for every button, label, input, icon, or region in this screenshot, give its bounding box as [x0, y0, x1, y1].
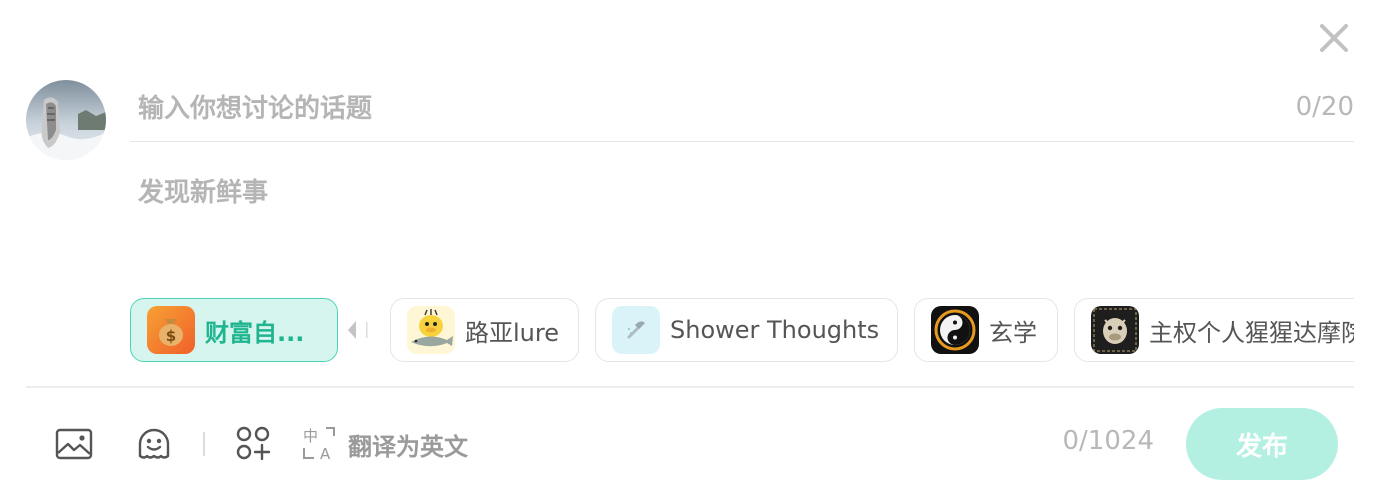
emoji-icon — [138, 428, 170, 459]
circle-chip-lure[interactable]: 路亚lure — [390, 298, 579, 362]
topic-input[interactable] — [130, 76, 1354, 142]
circle-chip-ape-academy[interactable]: 主权个人猩猩达摩院 — [1074, 298, 1354, 362]
add-emoji-button[interactable] — [132, 422, 176, 466]
circle-chip-wealth[interactable]: $ 财富自... — [130, 298, 338, 362]
caret-left-icon — [348, 321, 368, 339]
svg-text:中: 中 — [303, 427, 318, 445]
shower-icon — [612, 306, 660, 354]
circle-chip-label: Shower Thoughts — [670, 316, 880, 344]
circle-chip-label: 财富自... — [205, 318, 305, 347]
scroll-left-button[interactable] — [344, 316, 372, 344]
apps-button[interactable] — [232, 422, 276, 466]
circle-chip-label: 主权个人猩猩达摩院 — [1149, 318, 1354, 347]
topic-char-count: 0/20 — [1295, 92, 1354, 122]
yin-yang-icon — [931, 306, 979, 354]
circle-chip-label: 路亚lure — [465, 318, 559, 347]
circle-chip-shower-thoughts[interactable]: Shower Thoughts — [595, 298, 898, 362]
money-bag-icon: $ — [147, 306, 195, 354]
ape-icon — [1091, 306, 1139, 354]
circle-chip-metaphysics[interactable]: 玄学 — [914, 298, 1058, 362]
add-image-button[interactable] — [52, 422, 96, 466]
image-icon — [55, 428, 93, 460]
close-button[interactable] — [1314, 18, 1354, 58]
svg-text:$: $ — [166, 327, 176, 345]
duck-fish-icon — [407, 306, 455, 354]
circle-selector: $ 财富自... 路亚lure Shower Thoughts 玄学 主权个人猩… — [130, 298, 1354, 362]
avatar[interactable] — [26, 80, 106, 160]
circle-chip-label: 玄学 — [989, 318, 1037, 347]
translate-button[interactable]: 中 A 翻译为英文 — [300, 422, 468, 466]
divider — [26, 386, 1354, 388]
content-char-count: 0/1024 — [1062, 426, 1154, 456]
close-icon — [1320, 24, 1348, 52]
translate-label: 翻译为英文 — [348, 432, 468, 461]
translate-icon: 中 A — [303, 427, 335, 463]
svg-text:A: A — [320, 445, 331, 463]
publish-button[interactable]: 发布 — [1186, 408, 1338, 480]
content-input[interactable] — [130, 156, 1354, 276]
toolbar-separator — [203, 432, 205, 456]
apps-icon — [236, 426, 271, 461]
